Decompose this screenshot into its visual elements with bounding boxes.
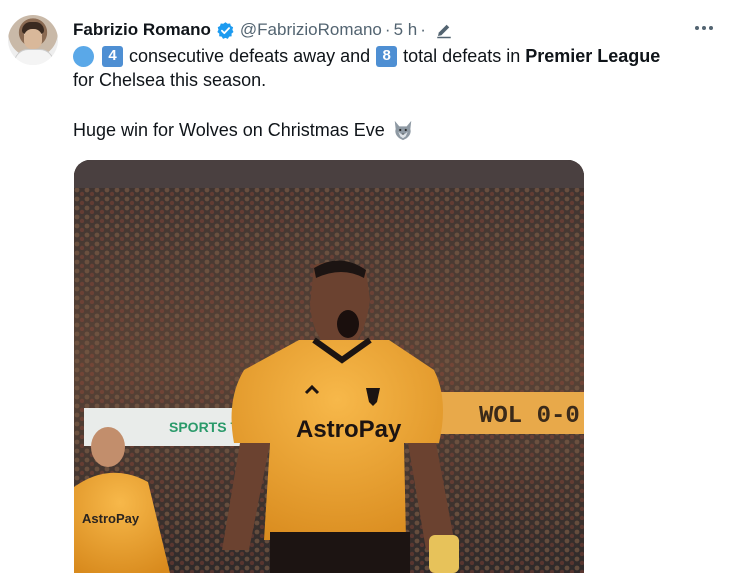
text-segment: total defeats in xyxy=(403,46,521,66)
keycap-number: 4 xyxy=(102,45,123,67)
tweet-media-photo[interactable]: SPORTS TUR WOL 0-0 AstroPay AstroPay xyxy=(74,160,584,573)
blue-circle-icon xyxy=(73,45,94,67)
separator-dot: · xyxy=(384,20,391,39)
scoreboard-text: WOL 0-0 xyxy=(479,403,580,430)
text-segment: consecutive defeats away and xyxy=(129,46,371,66)
avatar-face xyxy=(24,29,42,49)
author-handle[interactable]: @FabrizioRomano xyxy=(240,20,382,40)
text-segment: Huge win for Wolves on Christmas Eve xyxy=(73,120,385,140)
avatar[interactable] xyxy=(8,15,58,65)
tweet-header: Fabrizio Romano @FabrizioRomano · 5 h · xyxy=(73,18,453,42)
keycap-number: 8 xyxy=(376,45,398,67)
edit-icon[interactable] xyxy=(435,21,453,39)
text-bold-segment: Premier League xyxy=(525,46,661,66)
avatar-shirt xyxy=(14,49,54,65)
timestamp[interactable]: 5 h xyxy=(394,20,418,40)
tweet-text: 4 consecutive defeats away and 8 total d… xyxy=(73,44,713,142)
tweet[interactable]: Fabrizio Romano @FabrizioRomano · 5 h · xyxy=(0,0,729,573)
teammate-sponsor: AstroPay xyxy=(82,511,140,526)
verified-badge-icon[interactable] xyxy=(216,21,235,40)
tweet-line-2: for Chelsea this season. xyxy=(73,70,267,90)
tweet-line-1: 4 consecutive defeats away and 8 total d… xyxy=(73,44,713,68)
stadium-roof xyxy=(74,160,584,188)
jersey-sponsor: AstroPay xyxy=(296,416,402,443)
tweet-line-3: Huge win for Wolves on Christmas Eve xyxy=(73,118,713,142)
author-name[interactable]: Fabrizio Romano xyxy=(73,20,211,40)
more-icon[interactable] xyxy=(693,17,715,39)
wolf-emoji-icon xyxy=(392,119,414,141)
separator-dot-2: · xyxy=(420,20,426,39)
